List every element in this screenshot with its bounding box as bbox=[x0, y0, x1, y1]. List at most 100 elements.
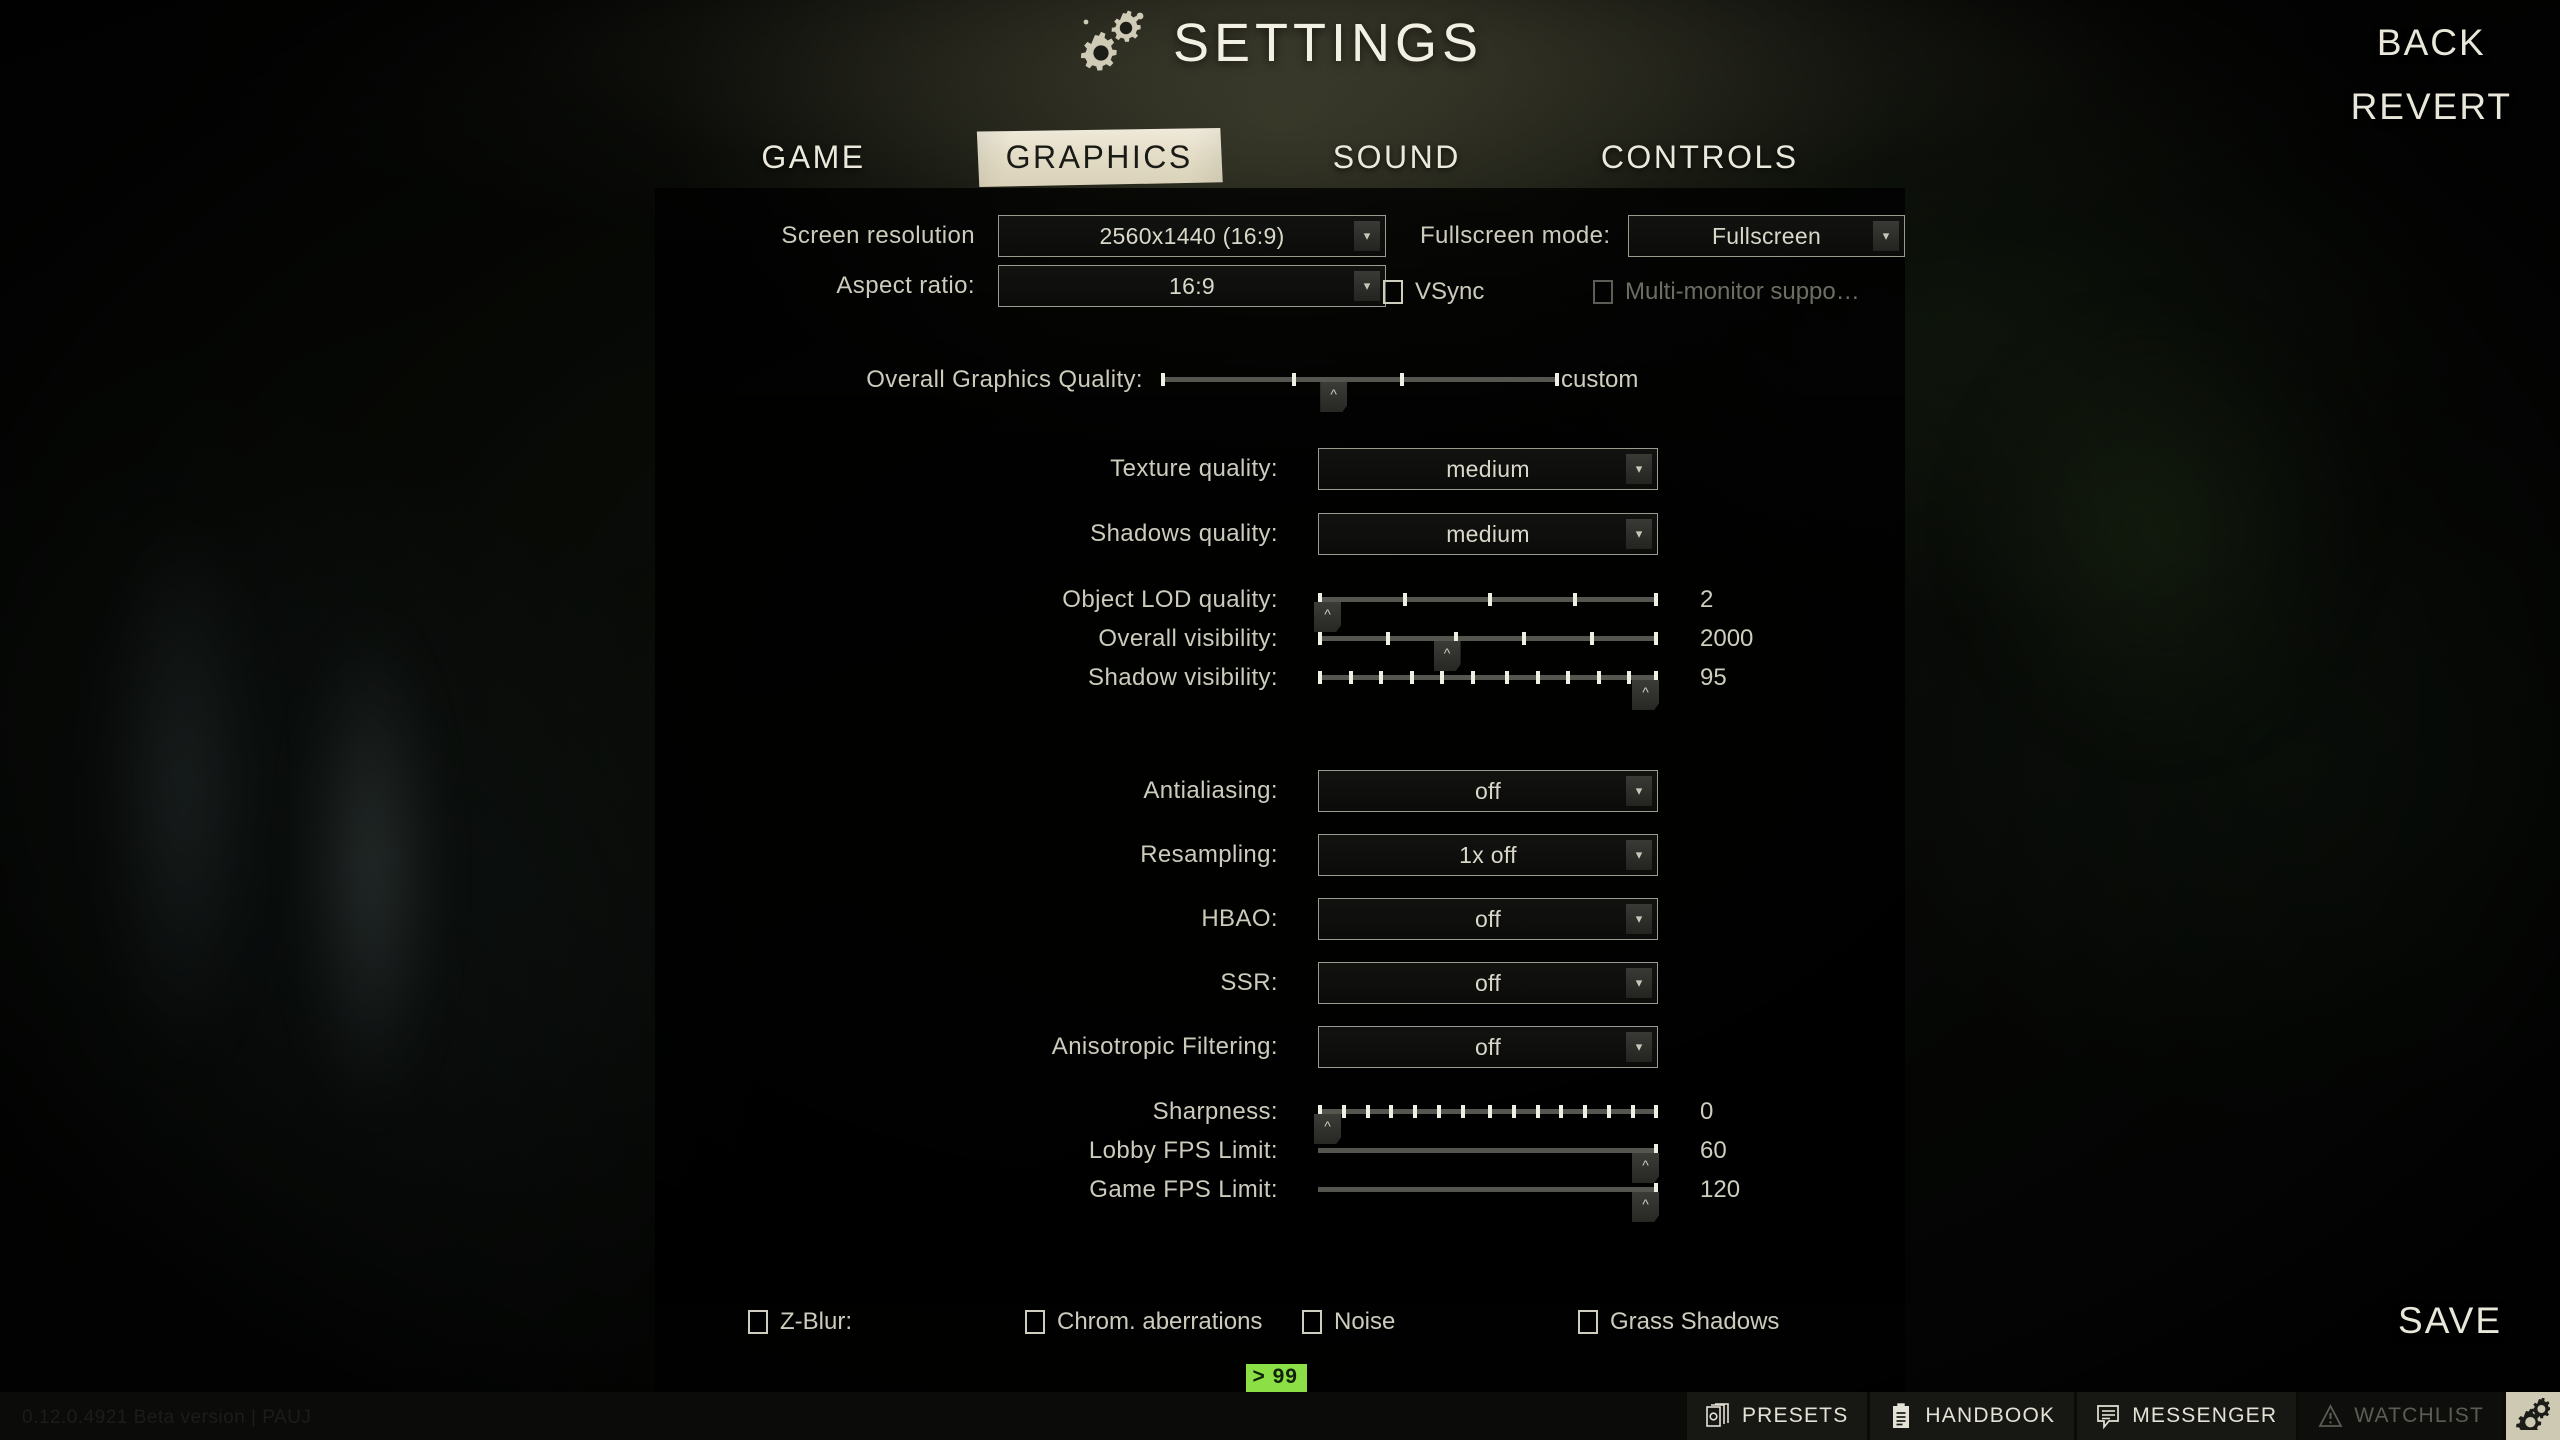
antialiasing-select[interactable]: off ▾ bbox=[1318, 770, 1658, 812]
slider-tick bbox=[1555, 373, 1559, 386]
messenger-icon bbox=[2096, 1403, 2121, 1430]
grass-shadows-checkbox[interactable]: Grass Shadows bbox=[1578, 1308, 1779, 1336]
resampling-label: Resampling: bbox=[1140, 841, 1278, 868]
taskbar-item-handbook[interactable]: HANDBOOK bbox=[1870, 1392, 2075, 1440]
taskbar-settings-button[interactable] bbox=[2506, 1392, 2560, 1440]
slider-handle[interactable]: ^ bbox=[1320, 382, 1348, 412]
object-lod-quality-value: 2 bbox=[1700, 586, 1714, 613]
hbao-label: HBAO: bbox=[1201, 905, 1278, 932]
row-ssr: SSR: off ▾ bbox=[990, 962, 1658, 1004]
hbao-select[interactable]: off ▾ bbox=[1318, 898, 1658, 940]
chromatic-aberrations-label: Chrom. aberrations bbox=[1057, 1308, 1263, 1335]
taskbar-item-presets[interactable]: PRESETS bbox=[1686, 1392, 1868, 1440]
slider-tick bbox=[1440, 671, 1445, 684]
slider-tick bbox=[1590, 632, 1594, 645]
game-fps-limit-slider[interactable]: ^ bbox=[1318, 1168, 1659, 1222]
anisotropic-filtering-select[interactable]: off ▾ bbox=[1318, 1026, 1658, 1068]
slider-tick bbox=[1318, 671, 1322, 684]
slider-tick bbox=[1583, 1105, 1588, 1118]
slider-tick bbox=[1386, 632, 1390, 645]
chevron-down-icon: ▾ bbox=[1626, 1032, 1652, 1062]
texture-quality-select[interactable]: medium ▾ bbox=[1318, 448, 1658, 490]
sharpness-label: Sharpness: bbox=[1152, 1098, 1278, 1125]
row-fullscreen-mode: Fullscreen mode: Fullscreen ▾ bbox=[1420, 215, 1905, 257]
fullscreen-mode-value: Fullscreen bbox=[1711, 222, 1822, 249]
slider-handle[interactable]: ^ bbox=[1632, 680, 1659, 710]
row-anisotropic-filtering: Anisotropic Filtering: off ▾ bbox=[990, 1026, 1658, 1068]
save-button[interactable]: SAVE bbox=[2398, 1300, 2502, 1342]
overall-graphics-quality-label: Overall Graphics Quality: bbox=[866, 366, 1143, 393]
aspect-ratio-value: 16:9 bbox=[1169, 272, 1215, 299]
slider-tick bbox=[1389, 1105, 1394, 1118]
overall-visibility-slider[interactable]: ^ bbox=[1318, 617, 1658, 671]
slider-tick bbox=[1505, 671, 1509, 684]
object-lod-quality-slider[interactable]: ^ bbox=[1314, 578, 1658, 632]
anisotropic-filtering-value: off bbox=[1474, 1033, 1502, 1060]
sharpness-slider[interactable]: ^ bbox=[1314, 1090, 1658, 1144]
slider-tick bbox=[1573, 593, 1577, 606]
version-label: 0.12.0.4921 Beta version | PAUJ bbox=[22, 1407, 312, 1428]
handbook-icon bbox=[1889, 1402, 1914, 1430]
slider-tick bbox=[1596, 671, 1601, 684]
warning-icon bbox=[2318, 1403, 2343, 1430]
texture-quality-value: medium bbox=[1446, 455, 1530, 482]
checkbox-box bbox=[1383, 280, 1403, 304]
chromatic-aberrations-checkbox[interactable]: Chrom. aberrations bbox=[1025, 1308, 1262, 1336]
slider-track bbox=[1318, 1187, 1658, 1192]
chevron-down-icon: ▾ bbox=[1873, 221, 1899, 251]
overall-graphics-quality-slider[interactable]: ^ bbox=[1161, 358, 1559, 412]
antialiasing-value: off bbox=[1474, 777, 1502, 804]
fullscreen-mode-label: Fullscreen mode: bbox=[1420, 222, 1611, 249]
slider-tick bbox=[1348, 671, 1353, 684]
slider-tick bbox=[1522, 632, 1526, 645]
slider-track bbox=[1318, 1148, 1658, 1153]
noise-checkbox[interactable]: Noise bbox=[1302, 1308, 1395, 1336]
slider-tick bbox=[1488, 1105, 1492, 1118]
ssr-value: off bbox=[1474, 969, 1502, 996]
game-fps-limit-value: 120 bbox=[1700, 1176, 1741, 1203]
slider-handle[interactable]: ^ bbox=[1632, 1192, 1659, 1222]
slider-tick bbox=[1365, 1105, 1370, 1118]
ssr-select[interactable]: off ▾ bbox=[1318, 962, 1658, 1004]
slider-tick bbox=[1379, 671, 1384, 684]
shadows-quality-select[interactable]: medium ▾ bbox=[1318, 513, 1658, 555]
row-shadow-visibility: Shadow visibility: ^ 95 bbox=[955, 656, 1727, 710]
chevron-down-icon: ▾ bbox=[1354, 271, 1380, 301]
row-shadows-quality: Shadows quality: medium ▾ bbox=[990, 513, 1658, 555]
aspect-ratio-label: Aspect ratio: bbox=[836, 272, 975, 299]
slider-tick bbox=[1318, 632, 1322, 645]
watchlist-label: WATCHLIST bbox=[2354, 1404, 2484, 1427]
z-blur-checkbox[interactable]: Z-Blur: bbox=[748, 1308, 852, 1336]
row-texture-quality: Texture quality: medium ▾ bbox=[990, 448, 1658, 490]
shadow-visibility-slider[interactable]: ^ bbox=[1318, 656, 1659, 710]
overall-visibility-label: Overall visibility: bbox=[1098, 625, 1278, 652]
messenger-unread-badge: > 99 bbox=[1245, 1364, 1307, 1392]
object-lod-quality-label: Object LOD quality: bbox=[1062, 586, 1278, 613]
shadows-quality-value: medium bbox=[1446, 520, 1530, 547]
resampling-select[interactable]: 1x off ▾ bbox=[1318, 834, 1658, 876]
slider-tick bbox=[1559, 1105, 1564, 1118]
shadow-visibility-label: Shadow visibility: bbox=[1088, 664, 1278, 691]
vsync-checkbox[interactable]: VSync bbox=[1383, 278, 1484, 306]
chevron-down-icon: ▾ bbox=[1626, 840, 1652, 870]
screen-resolution-label: Screen resolution bbox=[781, 222, 975, 249]
slider-tick bbox=[1627, 671, 1632, 684]
handbook-label: HANDBOOK bbox=[1925, 1404, 2056, 1427]
taskbar-item-messenger[interactable]: MESSENGER bbox=[2077, 1392, 2297, 1440]
vsync-label: VSync bbox=[1415, 278, 1485, 305]
slider-tick bbox=[1399, 373, 1404, 386]
sharpness-value: 0 bbox=[1700, 1098, 1714, 1125]
slider-tick bbox=[1566, 671, 1571, 684]
aspect-ratio-select[interactable]: 16:9 ▾ bbox=[998, 265, 1386, 307]
taskbar: 0.12.0.4921 Beta version | PAUJ PRESETS bbox=[0, 1392, 2560, 1440]
screen-resolution-select[interactable]: 2560x1440 (16:9) ▾ bbox=[998, 215, 1386, 257]
checkbox-box bbox=[1593, 280, 1613, 304]
overall-graphics-quality-value: custom bbox=[1561, 366, 1639, 393]
presets-icon bbox=[1706, 1402, 1731, 1430]
row-hbao: HBAO: off ▾ bbox=[990, 898, 1658, 940]
chevron-down-icon: ▾ bbox=[1626, 776, 1652, 806]
fullscreen-mode-select[interactable]: Fullscreen ▾ bbox=[1628, 215, 1905, 257]
lobby-fps-limit-slider[interactable]: ^ bbox=[1318, 1129, 1659, 1183]
row-lobby-fps-limit: Lobby FPS Limit: ^ 60 bbox=[955, 1129, 1727, 1183]
taskbar-item-watchlist[interactable]: WATCHLIST bbox=[2299, 1392, 2503, 1440]
